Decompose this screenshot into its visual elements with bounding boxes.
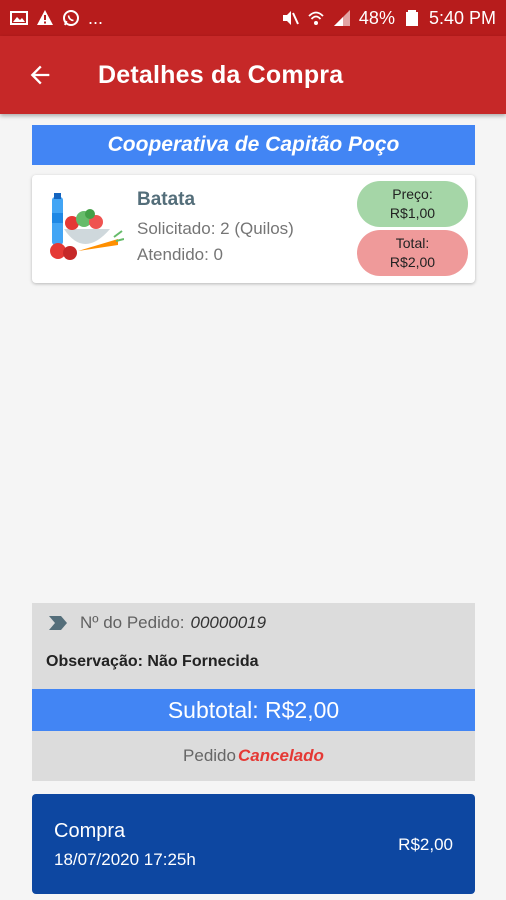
price-label: Preço: xyxy=(392,186,433,202)
app-bar: Detalhes da Compra xyxy=(0,36,506,114)
order-number-row: Nº do Pedido: 00000019 xyxy=(48,613,266,633)
order-info-panel: Nº do Pedido: 00000019 Observação: Não F… xyxy=(32,603,475,689)
total-badge: Total: R$2,00 xyxy=(357,230,468,276)
purchase-title: Compra xyxy=(54,820,126,842)
product-name: Batata xyxy=(137,189,196,210)
battery-percent: 48% xyxy=(358,7,395,28)
order-status-label: Pedido xyxy=(183,746,236,765)
purchase-card[interactable]: Compra 18/07/2020 17:25h R$2,00 xyxy=(32,794,475,894)
purchase-date: 18/07/2020 17:25h xyxy=(54,850,196,869)
more-notifications-dots: ... xyxy=(88,7,104,28)
status-left: ... xyxy=(10,8,103,29)
battery-icon xyxy=(403,9,421,27)
warning-icon xyxy=(36,9,54,27)
groceries-icon xyxy=(50,193,124,260)
price-badge: Preço: R$1,00 xyxy=(357,181,468,227)
mute-icon xyxy=(281,9,299,27)
price-value: R$1,00 xyxy=(389,205,436,221)
image-notification-icon xyxy=(10,9,28,27)
order-status-row: Pedido Cancelado xyxy=(32,731,475,781)
whatsapp-icon xyxy=(62,9,80,27)
clock: 5:40 PM xyxy=(428,7,496,28)
purchase-amount: R$2,00 xyxy=(398,835,453,854)
product-fulfilled-qty: Atendido: 0 xyxy=(137,245,224,264)
total-label: Total: xyxy=(395,235,430,251)
page-title: Detalhes da Compra xyxy=(98,60,344,89)
wifi-icon xyxy=(307,9,325,27)
total-value: R$2,00 xyxy=(389,254,436,270)
label-arrow-icon xyxy=(49,616,67,630)
order-number-label: Nº do Pedido: xyxy=(80,613,185,632)
status-bar: ... 48% 5:40 PM xyxy=(0,0,506,36)
order-number-value: 00000019 xyxy=(190,613,267,632)
subtotal-bar: Subtotal: R$2,00 xyxy=(32,689,475,731)
arrow-back-icon xyxy=(30,65,50,85)
cooperative-header: Cooperativa de Capitão Poço xyxy=(32,125,475,165)
order-status-badge: Cancelado xyxy=(237,746,324,765)
product-requested-qty: Solicitado: 2 (Quilos) xyxy=(137,219,294,238)
product-card[interactable]: Batata Solicitado: 2 (Quilos) Atendido: … xyxy=(32,175,475,283)
signal-icon xyxy=(333,9,351,27)
observation-text: Observação: Não Fornecida xyxy=(46,653,259,670)
status-right: 48% 5:40 PM xyxy=(281,8,496,29)
back-button[interactable] xyxy=(12,47,68,103)
